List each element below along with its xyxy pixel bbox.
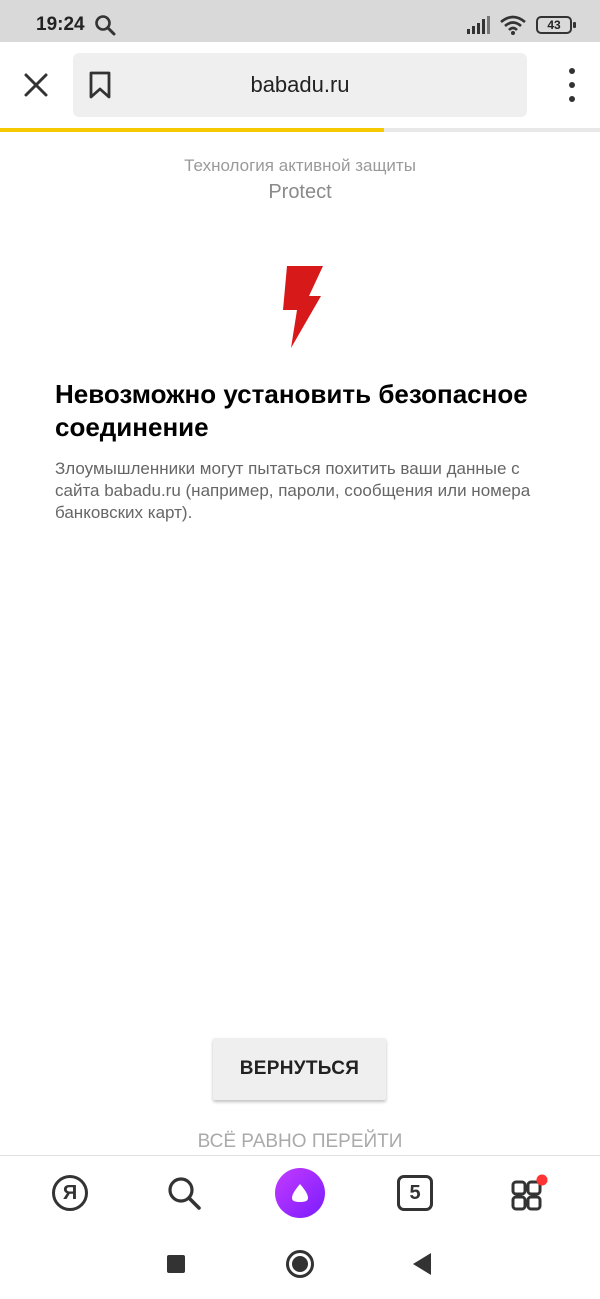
address-bar[interactable]: babadu.ru bbox=[73, 53, 527, 117]
services-button[interactable] bbox=[505, 1168, 555, 1218]
search-icon bbox=[95, 15, 116, 36]
url-text[interactable]: babadu.ru bbox=[73, 72, 527, 98]
tabs-button[interactable]: 5 bbox=[390, 1168, 440, 1218]
services-grid-icon bbox=[511, 1174, 548, 1211]
page-load-progress bbox=[0, 128, 600, 132]
warning-description: Злоумышленники могут пытаться похитить в… bbox=[55, 459, 531, 522]
yandex-icon: Я bbox=[52, 1175, 88, 1211]
search-icon bbox=[168, 1177, 201, 1210]
alice-icon bbox=[275, 1168, 325, 1218]
status-bar: 19:24 43 bbox=[0, 0, 600, 42]
close-button[interactable] bbox=[18, 67, 54, 103]
yandex-button[interactable]: Я bbox=[45, 1168, 95, 1218]
wifi-icon bbox=[500, 15, 526, 35]
notification-dot bbox=[536, 1174, 548, 1186]
back-triangle-icon[interactable] bbox=[413, 1253, 431, 1275]
lightning-bolt-icon bbox=[283, 266, 323, 348]
protect-tech-label: Технология активной защиты bbox=[184, 156, 416, 175]
browser-bottom-bar: Я 5 bbox=[0, 1155, 600, 1229]
home-icon[interactable] bbox=[286, 1250, 314, 1278]
protect-tech-name: Protect bbox=[268, 181, 332, 203]
battery-icon: 43 bbox=[536, 16, 576, 34]
progress-fill bbox=[0, 128, 384, 132]
recent-apps-icon[interactable] bbox=[167, 1255, 185, 1273]
proceed-anyway-link[interactable]: ВСЁ РАВНО ПЕРЕЙТИ bbox=[0, 1131, 600, 1153]
page-title: Невозможно установить безопасное соедине… bbox=[55, 379, 528, 442]
status-time: 19:24 bbox=[36, 14, 85, 35]
search-button[interactable] bbox=[159, 1168, 209, 1218]
more-vertical-icon[interactable] bbox=[566, 68, 578, 102]
status-icons: 43 bbox=[466, 12, 576, 38]
tabs-icon: 5 bbox=[397, 1175, 433, 1211]
system-nav-bar bbox=[0, 1229, 600, 1299]
close-icon bbox=[24, 73, 48, 97]
back-button[interactable]: ВЕРНУТЬСЯ bbox=[213, 1038, 386, 1100]
alice-button[interactable] bbox=[275, 1168, 325, 1218]
browser-toolbar: babadu.ru bbox=[0, 42, 600, 128]
signal-icon bbox=[467, 16, 490, 34]
